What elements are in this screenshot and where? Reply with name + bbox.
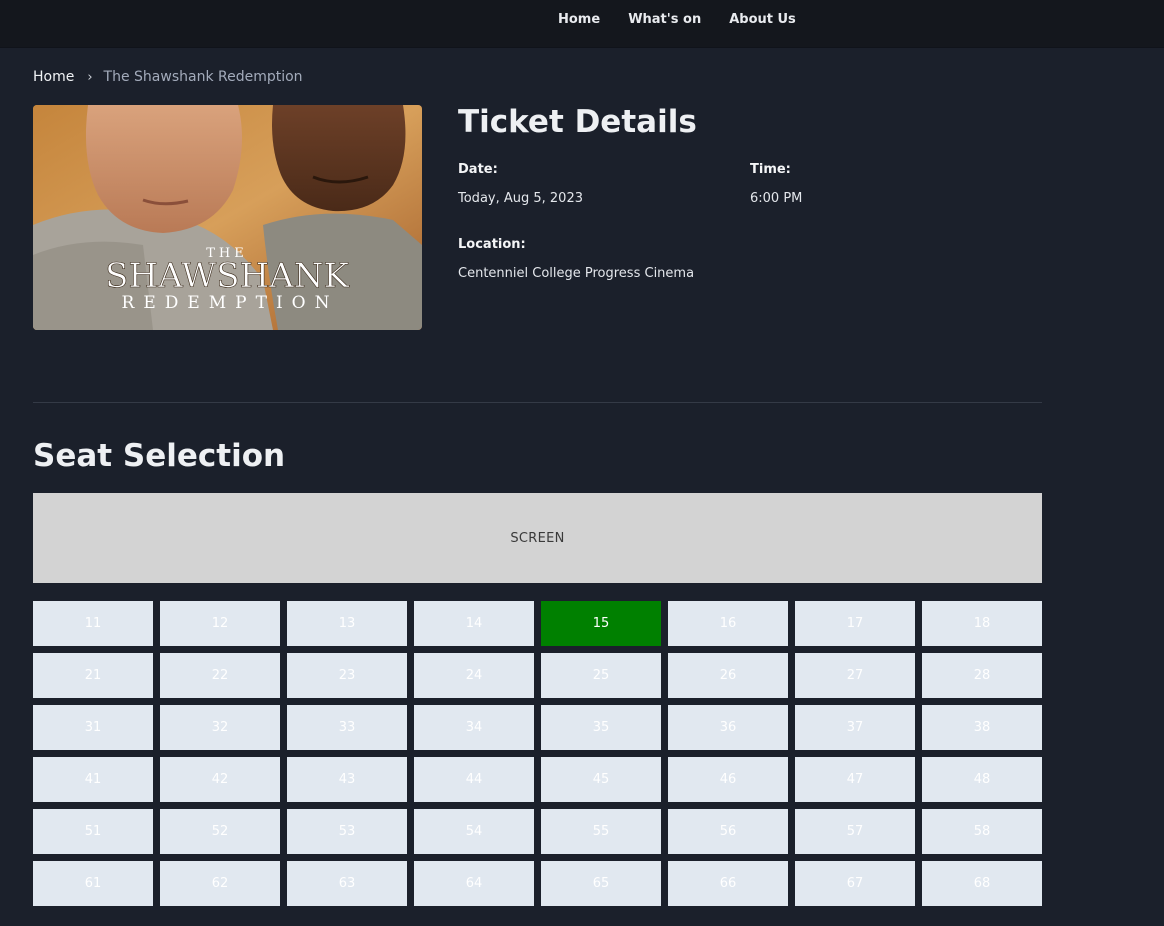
seat-54[interactable]: 54 (414, 809, 534, 854)
breadcrumb-home-link[interactable]: Home (33, 69, 74, 85)
seat-14[interactable]: 14 (414, 601, 534, 646)
seat-25[interactable]: 25 (541, 653, 661, 698)
breadcrumb-current: The Shawshank Redemption (103, 69, 303, 85)
seat-12[interactable]: 12 (160, 601, 280, 646)
seat-41[interactable]: 41 (33, 757, 153, 802)
location-label: Location: (458, 237, 526, 252)
time-label: Time: (750, 162, 791, 177)
seat-36[interactable]: 36 (668, 705, 788, 750)
seat-11[interactable]: 11 (33, 601, 153, 646)
seat-23[interactable]: 23 (287, 653, 407, 698)
seat-58[interactable]: 58 (922, 809, 1042, 854)
seat-48[interactable]: 48 (922, 757, 1042, 802)
ticket-details-title: Ticket Details (458, 104, 697, 140)
seat-62[interactable]: 62 (160, 861, 280, 906)
date-label: Date: (458, 162, 498, 177)
seat-53[interactable]: 53 (287, 809, 407, 854)
cinema-screen: SCREEN (33, 493, 1042, 583)
seat-21[interactable]: 21 (33, 653, 153, 698)
seat-31[interactable]: 31 (33, 705, 153, 750)
seat-17[interactable]: 17 (795, 601, 915, 646)
seat-42[interactable]: 42 (160, 757, 280, 802)
seat-51[interactable]: 51 (33, 809, 153, 854)
seat-37[interactable]: 37 (795, 705, 915, 750)
date-value: Today, Aug 5, 2023 (458, 191, 583, 206)
seat-67[interactable]: 67 (795, 861, 915, 906)
time-value: 6:00 PM (750, 191, 803, 206)
seat-26[interactable]: 26 (668, 653, 788, 698)
top-navbar: Home What's on About Us (0, 0, 1164, 48)
seat-44[interactable]: 44 (414, 757, 534, 802)
seat-55[interactable]: 55 (541, 809, 661, 854)
seat-34[interactable]: 34 (414, 705, 534, 750)
seat-18[interactable]: 18 (922, 601, 1042, 646)
seat-16[interactable]: 16 (668, 601, 788, 646)
seat-65[interactable]: 65 (541, 861, 661, 906)
seat-43[interactable]: 43 (287, 757, 407, 802)
seat-35[interactable]: 35 (541, 705, 661, 750)
seat-47[interactable]: 47 (795, 757, 915, 802)
seat-32[interactable]: 32 (160, 705, 280, 750)
seat-22[interactable]: 22 (160, 653, 280, 698)
seat-selection-title: Seat Selection (33, 438, 286, 474)
seat-57[interactable]: 57 (795, 809, 915, 854)
seat-46[interactable]: 46 (668, 757, 788, 802)
chevron-right-icon: › (87, 69, 93, 85)
seat-68[interactable]: 68 (922, 861, 1042, 906)
seat-56[interactable]: 56 (668, 809, 788, 854)
seat-grid: 11 12 13 14 15 16 17 18 21 22 23 24 25 26 27 28 31 32 33 34… (33, 601, 1042, 906)
seat-52[interactable]: 52 (160, 809, 280, 854)
seat-28[interactable]: 28 (922, 653, 1042, 698)
section-divider (33, 402, 1042, 403)
nav-home-link[interactable]: Home (548, 12, 610, 27)
seat-15[interactable]: 15 (541, 601, 661, 646)
seat-24[interactable]: 24 (414, 653, 534, 698)
poster-title-sub: REDEMPTION (122, 293, 339, 313)
breadcrumb: Home › The Shawshank Redemption (33, 69, 303, 85)
main-nav: Home What's on About Us (548, 12, 814, 27)
seat-64[interactable]: 64 (414, 861, 534, 906)
seat-63[interactable]: 63 (287, 861, 407, 906)
poster-title-main: SHAWSHANK (105, 256, 349, 296)
nav-about-us-link[interactable]: About Us (719, 12, 806, 27)
seat-45[interactable]: 45 (541, 757, 661, 802)
seat-33[interactable]: 33 (287, 705, 407, 750)
movie-poster: THE SHAWSHANK REDEMPTION (33, 105, 422, 330)
screen-label: SCREEN (510, 530, 565, 546)
seat-27[interactable]: 27 (795, 653, 915, 698)
seat-38[interactable]: 38 (922, 705, 1042, 750)
location-value: Centenniel College Progress Cinema (458, 266, 695, 281)
seat-66[interactable]: 66 (668, 861, 788, 906)
seat-61[interactable]: 61 (33, 861, 153, 906)
nav-whats-on-link[interactable]: What's on (618, 12, 711, 27)
seat-13[interactable]: 13 (287, 601, 407, 646)
